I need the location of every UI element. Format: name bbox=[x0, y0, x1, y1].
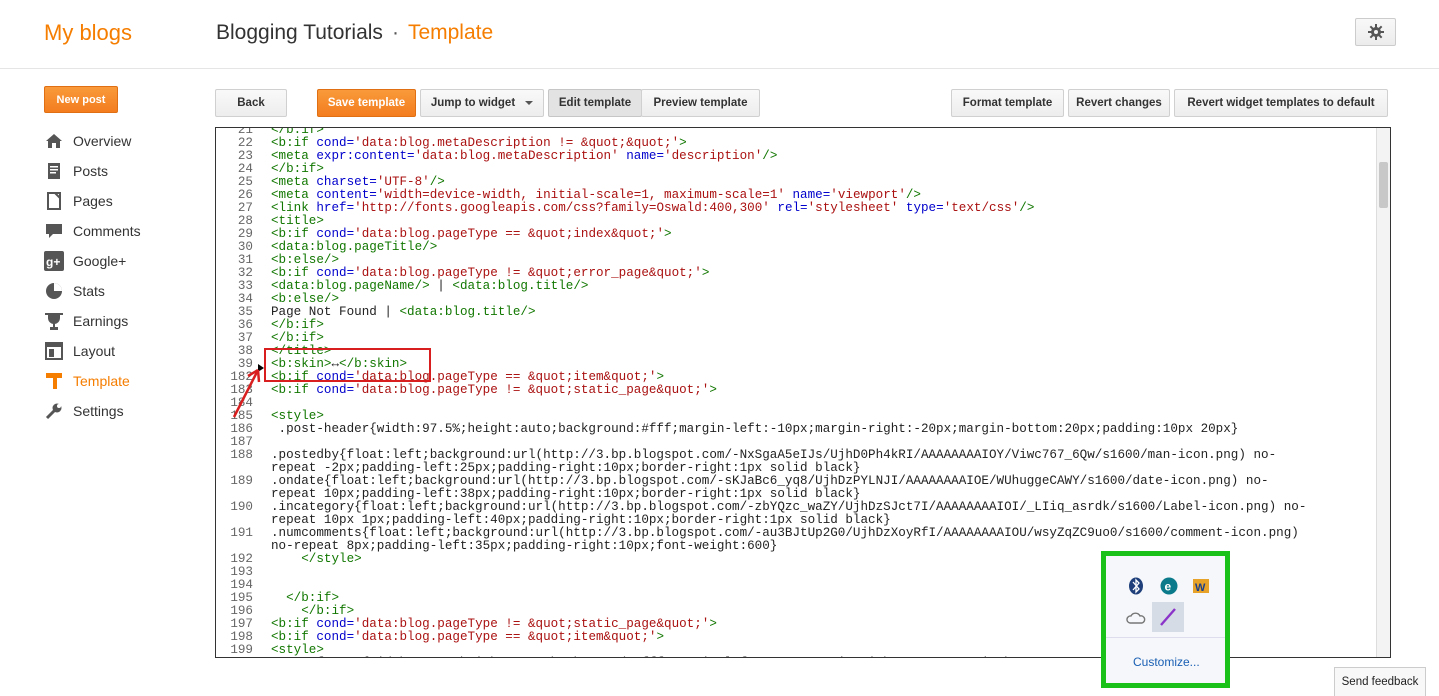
jump-to-widget-label: Jump to widget bbox=[430, 97, 516, 109]
revert-changes-button[interactable]: Revert changes bbox=[1068, 89, 1170, 117]
jump-to-widget-dropdown[interactable]: Jump to widget bbox=[420, 89, 544, 117]
code-text[interactable]: .post-footer{width:97.5%;height:auto;bac… bbox=[271, 657, 1231, 658]
sidebar-item-posts[interactable]: Posts bbox=[44, 156, 141, 186]
my-blogs-link[interactable]: My blogs bbox=[44, 20, 132, 46]
code-line[interactable]: 186 .post-header{width:97.5%;height:auto… bbox=[216, 423, 1376, 436]
save-template-button[interactable]: Save template bbox=[317, 89, 416, 117]
code-line[interactable]: 35 Page Not Found | <data:blog.title/> bbox=[216, 306, 1376, 319]
line-number: 200 bbox=[230, 657, 253, 658]
blog-name[interactable]: Blogging Tutorials bbox=[216, 21, 383, 44]
gear-icon bbox=[1367, 24, 1384, 40]
system-tray-overflow-popup: e W Customize... bbox=[1101, 551, 1230, 688]
code-line[interactable]: 30 <data:blog.pageTitle/> bbox=[216, 241, 1376, 254]
sidebar-item-label: Overview bbox=[73, 133, 132, 149]
annotation-arrow-icon bbox=[232, 368, 261, 418]
sidebar-item-label: Posts bbox=[73, 163, 109, 179]
sidebar-item-template[interactable]: Template bbox=[44, 366, 141, 396]
code-text[interactable]: <link href='http://fonts.googleapis.com/… bbox=[271, 202, 1034, 215]
code-line[interactable]: 23 <meta expr:content='data:blog.metaDesc… bbox=[216, 150, 1376, 163]
top-header: My blogs Blogging Tutorials · Template bbox=[0, 0, 1439, 69]
sidebar-item-layout[interactable]: Layout bbox=[44, 336, 141, 366]
sidebar-item-earnings[interactable]: Earnings bbox=[44, 306, 141, 336]
sidebar-item-label: Comments bbox=[73, 223, 141, 239]
customize-link[interactable]: Customize... bbox=[1133, 655, 1200, 669]
template-icon bbox=[44, 371, 64, 391]
code-line[interactable]: 37 </b:if> bbox=[216, 332, 1376, 345]
sidebar-item-label: Stats bbox=[73, 283, 105, 299]
pages-icon bbox=[44, 191, 64, 211]
editor-vertical-scrollbar[interactable] bbox=[1376, 128, 1390, 657]
eset-icon[interactable]: e bbox=[1157, 574, 1181, 598]
breadcrumb-separator: · bbox=[391, 21, 399, 44]
code-text[interactable]: .post-header{width:97.5%;height:auto;bac… bbox=[271, 423, 1239, 436]
sidebar-item-label: Layout bbox=[73, 343, 116, 359]
sidebar-item-pages[interactable]: Pages bbox=[44, 186, 141, 216]
scrollbar-thumb[interactable] bbox=[1379, 162, 1388, 208]
line-number: 190 bbox=[230, 500, 253, 514]
line-number: 188 bbox=[230, 448, 253, 462]
format-template-button[interactable]: Format template bbox=[951, 89, 1064, 117]
breadcrumb: Blogging Tutorials · Template bbox=[216, 21, 493, 45]
code-line[interactable]: 36 </b:if> bbox=[216, 319, 1376, 332]
code-text[interactable]: <b:if cond='data:blog.pageType == &quot;… bbox=[271, 631, 664, 644]
onedrive-icon[interactable] bbox=[1124, 606, 1148, 630]
sidebar-item-overview[interactable]: Overview bbox=[44, 126, 141, 156]
wrench-icon bbox=[44, 401, 64, 421]
sidebar-item-label: Google+ bbox=[73, 253, 127, 269]
sidebar-item-label: Earnings bbox=[73, 313, 129, 329]
overview-icon bbox=[44, 131, 64, 151]
posts-icon bbox=[44, 161, 64, 181]
page-title: Template bbox=[407, 21, 494, 44]
sidebar-item-stats[interactable]: Stats bbox=[44, 276, 141, 306]
google-plus-icon: g+ bbox=[44, 251, 64, 271]
sidebar-item-label: Pages bbox=[73, 193, 113, 209]
stats-icon bbox=[44, 281, 64, 301]
annotation-highlight-box bbox=[264, 348, 431, 382]
sidebar-item-google-plus[interactable]: g+ Google+ bbox=[44, 246, 141, 276]
bluetooth-icon[interactable] bbox=[1124, 574, 1148, 598]
svg-text:e: e bbox=[1165, 580, 1172, 594]
send-feedback-button[interactable]: Send feedback bbox=[1334, 667, 1426, 696]
code-line[interactable]: 183 <b:if cond='data:blog.pageType != &qu… bbox=[216, 384, 1376, 397]
sidebar-item-settings[interactable]: Settings bbox=[44, 396, 141, 426]
code-text[interactable]: </style> bbox=[271, 553, 361, 566]
edit-template-button[interactable]: Edit template bbox=[548, 89, 642, 117]
sidebar-item-label: Template bbox=[73, 373, 130, 389]
tray-divider bbox=[1106, 637, 1225, 638]
code-line[interactable]: 27 <link href='http://fonts.googleapis.co… bbox=[216, 202, 1376, 215]
line-number: 191 bbox=[230, 526, 253, 540]
code-line[interactable]: 184 bbox=[216, 397, 1376, 410]
settings-gear-button[interactable] bbox=[1355, 18, 1396, 46]
revert-widget-templates-button[interactable]: Revert widget templates to default bbox=[1174, 89, 1388, 117]
svg-text:g+: g+ bbox=[46, 255, 60, 269]
code-text[interactable]: <meta expr:content='data:blog.metaDescri… bbox=[271, 150, 777, 163]
sidebar-item-comments[interactable]: Comments bbox=[44, 216, 141, 246]
pen-icon[interactable] bbox=[1152, 602, 1184, 632]
line-number: 189 bbox=[230, 474, 253, 488]
preview-template-button[interactable]: Preview template bbox=[641, 89, 760, 117]
new-post-button[interactable]: New post bbox=[44, 86, 118, 113]
back-button[interactable]: Back bbox=[215, 89, 287, 117]
word-icon[interactable]: W bbox=[1189, 574, 1213, 598]
layout-icon bbox=[44, 341, 64, 361]
svg-text:W: W bbox=[1195, 582, 1206, 594]
sidebar-nav: Overview Posts Pages Comments g+ Google+… bbox=[44, 126, 141, 426]
code-text[interactable]: <b:if cond='data:blog.pageType != &quot;… bbox=[271, 384, 717, 397]
code-line[interactable]: 33 <data:blog.pageName/> | <data:blog.tit… bbox=[216, 280, 1376, 293]
earnings-icon bbox=[44, 311, 64, 331]
chevron-down-icon bbox=[525, 101, 534, 105]
sidebar-item-label: Settings bbox=[73, 403, 124, 419]
comments-icon bbox=[44, 221, 64, 241]
